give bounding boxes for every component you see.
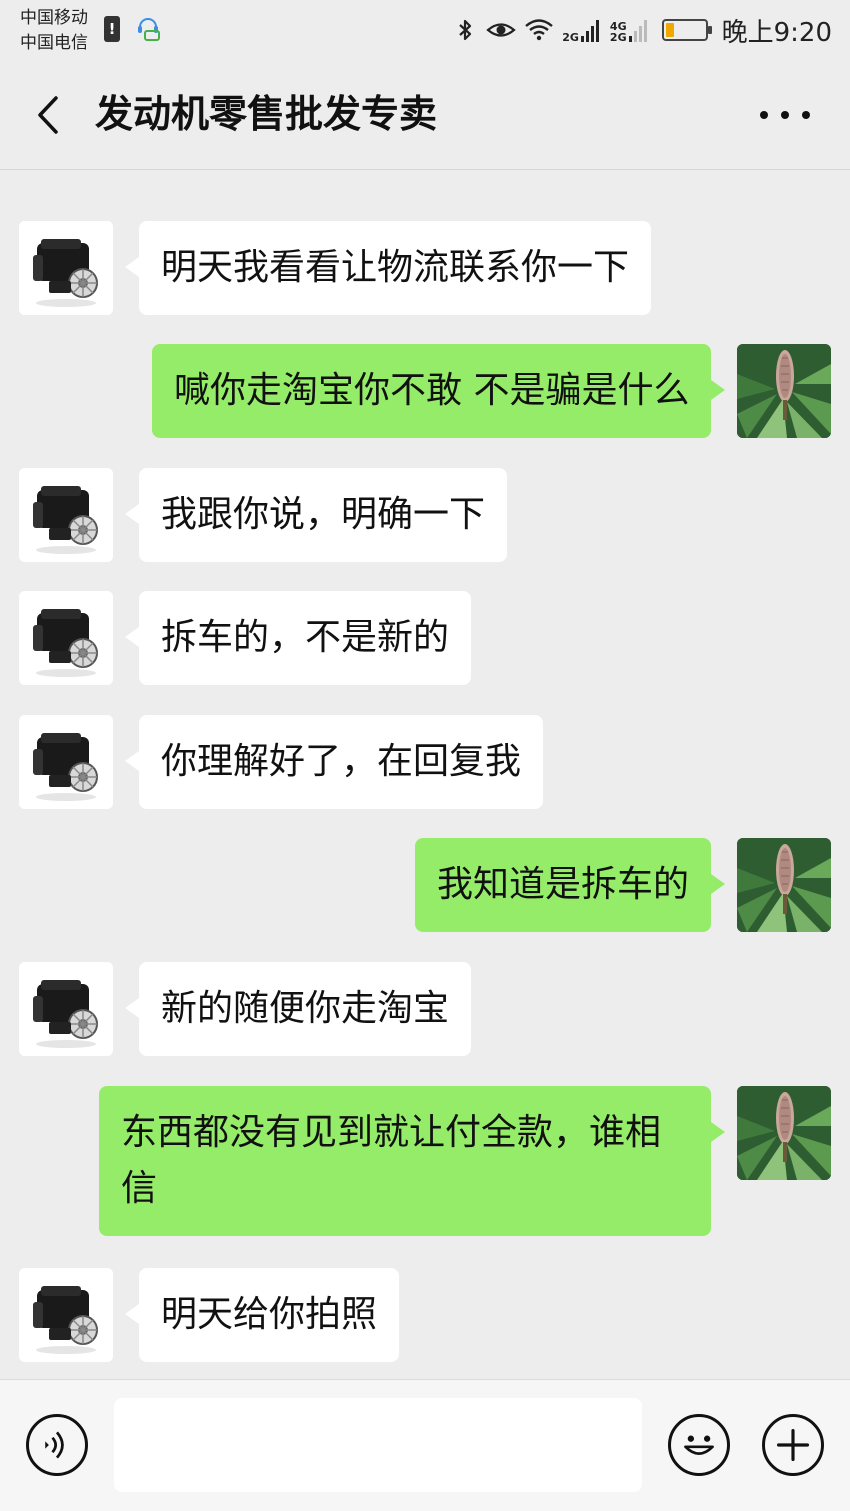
signal-icon-1	[580, 20, 599, 42]
engine-avatar[interactable]	[19, 468, 113, 562]
incoming-message-bubble[interactable]: 拆车的，不是新的	[124, 591, 472, 685]
plant-avatar[interactable]	[737, 838, 831, 932]
plant-avatar[interactable]	[737, 1086, 831, 1180]
carrier-info: 中国移动 中国电信	[20, 6, 88, 56]
chat-title: 发动机零售批发专卖	[95, 92, 438, 136]
more-options-icon[interactable]	[760, 100, 810, 130]
signal-2: 4G 2G	[610, 17, 650, 43]
bluetooth-icon	[459, 19, 472, 41]
outgoing-message-bubble[interactable]: 喊你走淘宝你不敢 不是骗是什么	[152, 344, 726, 438]
engine-avatar[interactable]	[19, 591, 113, 685]
back-icon[interactable]	[28, 90, 68, 140]
alert-icon: !	[104, 16, 120, 42]
input-bar	[0, 1379, 850, 1511]
chat-header: 发动机零售批发专卖	[0, 60, 850, 170]
engine-avatar[interactable]	[19, 221, 113, 315]
incoming-message-bubble[interactable]: 明天我看看让物流联系你一下	[124, 221, 652, 315]
clock: 晚上9:20	[721, 17, 832, 48]
plus-icon[interactable]	[762, 1414, 824, 1476]
engine-avatar[interactable]	[19, 715, 113, 809]
message-input[interactable]	[114, 1398, 642, 1492]
carrier-1: 中国移动	[20, 8, 88, 28]
voice-icon[interactable]	[26, 1414, 88, 1476]
incoming-message-bubble[interactable]: 我跟你说，明确一下	[124, 468, 508, 562]
signal-icon-2	[628, 20, 647, 42]
engine-avatar[interactable]	[19, 962, 113, 1056]
incoming-message-bubble[interactable]: 明天给你拍照	[124, 1268, 400, 1362]
signal-1: 2G	[562, 17, 602, 43]
dot	[760, 111, 768, 119]
wifi-icon	[525, 19, 554, 41]
status-bar: 中国移动 中国电信 ! 2G 4G 2G 晚上9:20	[0, 0, 850, 60]
carrier-2: 中国电信	[20, 33, 88, 53]
eye-comfort-icon	[486, 23, 516, 37]
battery-fill	[665, 23, 674, 37]
network-type-1: 2G	[562, 31, 579, 44]
dot	[802, 111, 810, 119]
plant-avatar[interactable]	[737, 344, 831, 438]
outgoing-message-bubble[interactable]: 东西都没有见到就让付全款，谁相信	[99, 1086, 725, 1236]
incoming-message-bubble[interactable]: 你理解好了，在回复我	[124, 715, 544, 809]
network-type-2b: 2G	[609, 31, 627, 44]
engine-avatar[interactable]	[19, 1268, 113, 1362]
incoming-message-bubble[interactable]: 新的随便你走淘宝	[124, 962, 472, 1056]
battery-icon	[661, 19, 712, 41]
dot	[781, 111, 789, 119]
emoji-icon[interactable]	[668, 1414, 730, 1476]
message-list[interactable]: 明天我看看让物流联系你一下 喊你走淘宝你不敢 不是骗是什么 我跟你说，明确一下	[0, 171, 850, 1379]
status-right: 2G 4G 2G 晚上9:20	[452, 10, 832, 50]
chat-notification-icon	[138, 18, 160, 41]
outgoing-message-bubble[interactable]: 我知道是拆车的	[415, 838, 726, 932]
